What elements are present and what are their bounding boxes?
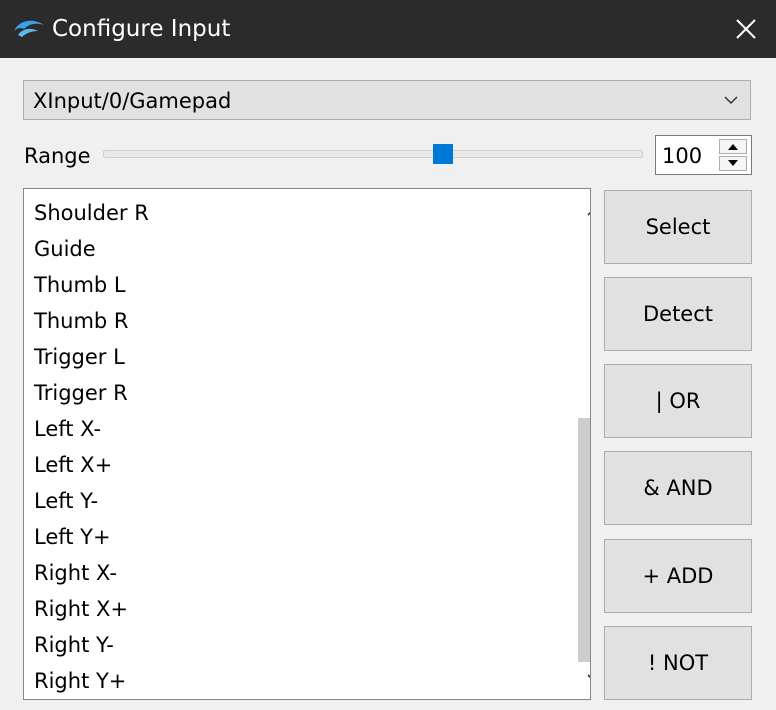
list-item[interactable]: Shoulder R — [24, 195, 554, 231]
range-value: 100 — [662, 144, 703, 168]
vertical-scrollbar[interactable] — [577, 189, 590, 699]
scroll-up-button[interactable] — [577, 195, 590, 229]
scrollbar-thumb[interactable] — [578, 418, 590, 662]
chevron-down-icon — [587, 674, 590, 679]
list-item[interactable]: Trigger L — [24, 339, 554, 375]
caret-up-icon — [728, 144, 738, 150]
close-button[interactable] — [716, 0, 776, 58]
or-button[interactable]: | OR — [604, 364, 752, 438]
window-title: Configure Input — [52, 16, 231, 42]
list-item[interactable]: Left X+ — [24, 447, 554, 483]
range-label: Range — [24, 144, 91, 168]
list-item[interactable]: Right X+ — [24, 591, 554, 627]
dolphin-icon — [14, 20, 44, 37]
title-bar: Configure Input — [0, 0, 776, 58]
select-button[interactable]: Select — [604, 190, 752, 264]
chevron-down-icon — [724, 96, 738, 105]
list-item[interactable]: Right X- — [24, 555, 554, 591]
spin-down-button[interactable] — [719, 156, 747, 171]
not-button[interactable]: ! NOT — [604, 626, 752, 700]
add-button[interactable]: + ADD — [604, 539, 752, 613]
range-spinbox[interactable]: 100 — [655, 135, 752, 175]
list-item[interactable]: Left Y+ — [24, 519, 554, 555]
caret-down-icon — [728, 160, 738, 166]
list-item[interactable]: Trigger R — [24, 375, 554, 411]
range-slider-thumb[interactable] — [432, 144, 453, 164]
input-list[interactable]: Shoulder R Guide Thumb L Thumb R Trigger L Tr… — [23, 188, 591, 700]
list-item[interactable]: Thumb R — [24, 303, 554, 339]
spin-up-button[interactable] — [719, 139, 747, 154]
list-item[interactable]: Right Y+ — [24, 663, 554, 699]
list-item[interactable]: Right Y- — [24, 627, 554, 663]
device-dropdown[interactable]: XInput/0/Gamepad — [23, 80, 751, 120]
list-item[interactable]: Left Y- — [24, 483, 554, 519]
scroll-down-button[interactable] — [577, 661, 590, 695]
list-item[interactable]: Left X- — [24, 411, 554, 447]
close-icon — [736, 19, 756, 39]
range-slider[interactable] — [103, 144, 643, 164]
list-item[interactable]: Thumb L — [24, 267, 554, 303]
list-item[interactable]: Guide — [24, 231, 554, 267]
device-dropdown-value: XInput/0/Gamepad — [33, 89, 232, 113]
chevron-up-icon — [587, 211, 590, 216]
detect-button[interactable]: Detect — [604, 277, 752, 351]
and-button[interactable]: & AND — [604, 451, 752, 525]
